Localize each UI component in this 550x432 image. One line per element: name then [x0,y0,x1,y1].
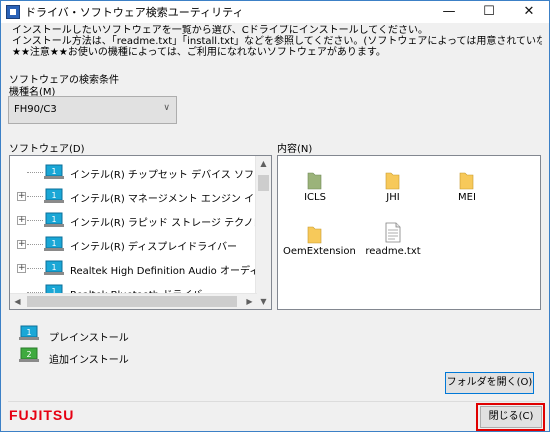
model-value: FH90/C3 [14,104,57,115]
horizontal-scrollbar[interactable]: ◀ ▶ [10,293,257,309]
tree-item[interactable]: 1 インテル(R) チップセット デバイス ソフトウェア [10,162,271,184]
svg-text:1: 1 [51,239,56,248]
app-icon [6,5,20,19]
folder-icon [459,172,474,190]
additional-install-icon: 2 [19,347,39,362]
scroll-thumb[interactable] [258,175,269,191]
svg-text:1: 1 [51,191,56,200]
instruction-line-2: インストール方法は、「readme.txt」「install.txt」などを参照… [12,36,542,47]
tree-connector [27,196,43,197]
instructions: インストールしたいソフトウェアを一覧から選び、Cドライブにインストールしてくださ… [12,25,542,58]
model-select[interactable]: FH90/C3 ∨ [8,96,177,124]
tree-item[interactable]: + 1 インテル(R) ディスプレイドライバー [10,234,260,256]
folder-item[interactable]: OemExtension [283,216,356,268]
scroll-up-icon[interactable]: ▲ [256,156,271,171]
highlight-box [476,403,545,431]
scroll-down-icon[interactable]: ▼ [256,294,271,309]
preinstall-icon: 1 [44,260,64,275]
folder-item[interactable]: MEI [435,162,499,214]
contents-pane[interactable]: ICLS JHI MEI OemExtension readme.txt [277,155,541,310]
item-name: ICLS [304,192,326,203]
folder-icon [307,226,322,244]
instruction-line-1: インストールしたいソフトウェアを一覧から選び、Cドライブにインストールしてくださ… [12,25,428,36]
tree-connector [27,244,43,245]
tree-item-label: インテル(R) ディスプレイドライバー [70,242,238,253]
folder-shape [307,172,322,190]
utility-window: ドライバ・ソフトウェア検索ユーティリティ — ☐ ✕ インストールしたいソフトウ… [0,0,550,432]
expand-icon[interactable]: + [17,240,26,249]
text-file-icon [385,222,401,243]
minimize-button[interactable]: — [429,1,469,23]
svg-text:1: 1 [26,328,31,337]
item-name: MEI [458,192,476,203]
tree-connector [27,172,43,173]
tree-connector [27,268,43,269]
instruction-line-3: ★★注意★★お使いの機種によっては、ご利用になれないソフトウェアがあります。 [12,47,386,58]
tree-item-label: インテル(R) チップセット デバイス ソフトウェア [70,170,272,181]
open-folder-button[interactable]: フォルダを開く(O) [445,372,534,394]
folder-icon [385,172,400,190]
folder-item[interactable]: ICLS [283,162,347,214]
item-name: OemExtension [283,246,356,257]
close-window-button[interactable]: ✕ [509,1,549,23]
legend-additional-label: 追加インストール [49,355,129,366]
window-title: ドライバ・ソフトウェア検索ユーティリティ [25,6,244,19]
vertical-scrollbar[interactable]: ▲ ▼ [255,156,271,309]
folder-icon [307,172,322,190]
svg-text:1: 1 [51,167,56,176]
scroll-thumb[interactable] [27,296,237,307]
divider [8,401,543,402]
legend-preinstall-label: プレインストール [49,333,129,344]
preinstall-icon: 1 [44,188,64,203]
chevron-down-icon: ∨ [163,103,170,113]
folder-shape [385,172,400,190]
expand-icon[interactable]: + [17,264,26,273]
preinstall-icon: 1 [44,164,64,179]
expand-icon[interactable]: + [17,192,26,201]
software-label: ソフトウェア(D) [9,144,85,155]
preinstall-icon: 1 [44,212,64,227]
scroll-left-icon[interactable]: ◀ [10,294,25,309]
preinstall-icon: 1 [44,236,64,251]
tree-item-label: インテル(R) マネージメント エンジン インターフェース [70,194,271,205]
tree-connector [27,220,43,221]
tree-item[interactable]: + 1 Realtek High Definition Audio オーディオド… [10,258,271,280]
item-name: JHI [386,192,400,203]
scroll-right-icon[interactable]: ▶ [242,294,257,309]
item-name: readme.txt [365,246,421,257]
title-bar: ドライバ・ソフトウェア検索ユーティリティ — ☐ ✕ [1,1,549,23]
expand-icon[interactable]: + [17,216,26,225]
svg-text:2: 2 [26,350,31,359]
contents-label: 内容(N) [277,144,313,155]
tree-item-label: Realtek High Definition Audio オーディオドライバー [70,266,271,277]
tree-item[interactable]: + 1 インテル(R) マネージメント エンジン インターフェース [10,186,271,208]
fujitsu-logo: FUJITSU [9,407,75,423]
file-item[interactable]: readme.txt [361,216,425,268]
tree-item[interactable]: + 1 インテル(R) ラピッド ストレージ テクノロジー [10,210,271,232]
folder-shape [307,226,322,244]
svg-text:1: 1 [51,215,56,224]
svg-text:1: 1 [51,263,56,272]
preinstall-icon: 1 [19,325,39,340]
tree-item-label: インテル(R) ラピッド ストレージ テクノロジー [70,218,272,229]
software-tree[interactable]: 1 インテル(R) チップセット デバイス ソフトウェア + 1 インテル(R)… [9,155,272,310]
maximize-button[interactable]: ☐ [469,1,509,23]
folder-item[interactable]: JHI [361,162,425,214]
folder-shape [459,172,474,190]
